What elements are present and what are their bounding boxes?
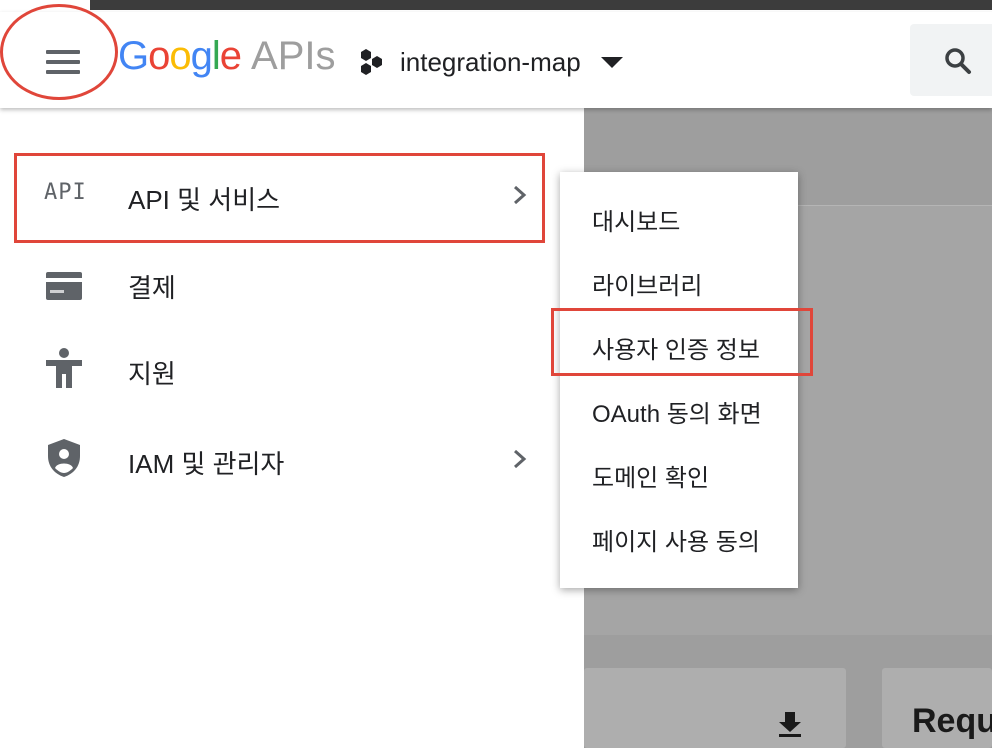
credentials-highlight-box bbox=[551, 308, 813, 376]
nav-item-label: IAM 및 관리자 bbox=[128, 449, 285, 479]
nav-item-support[interactable]: 지원 bbox=[0, 330, 584, 410]
logo-letter: o bbox=[148, 34, 170, 78]
content-card bbox=[584, 668, 846, 748]
submenu-item-page-usage-agreements[interactable]: 페이지 사용 동의 bbox=[560, 506, 798, 570]
submenu-item-label: 페이지 사용 동의 bbox=[592, 529, 760, 556]
google-apis-logo[interactable]: Google APIs bbox=[118, 34, 336, 79]
logo-letter: e bbox=[219, 34, 242, 78]
nav-item-iam-admin[interactable]: IAM 및 관리자 bbox=[0, 420, 584, 500]
window-top-strip bbox=[0, 0, 992, 12]
logo-letter: G bbox=[118, 34, 149, 78]
submenu-item-library[interactable]: 라이브러리 bbox=[560, 250, 798, 314]
hamburger-highlight-circle bbox=[0, 4, 118, 100]
nav-item-label: 지원 bbox=[128, 359, 176, 389]
logo-apis-text: APIs bbox=[251, 34, 336, 78]
logo-letter: g bbox=[190, 34, 213, 78]
logo-letter: o bbox=[169, 34, 191, 78]
accessibility-person-icon bbox=[46, 348, 82, 388]
credit-card-icon bbox=[46, 272, 82, 300]
security-shield-icon bbox=[48, 439, 80, 477]
submenu-item-oauth-consent[interactable]: OAuth 동의 화면 bbox=[560, 378, 798, 442]
search-icon bbox=[945, 48, 971, 74]
submenu-item-label: 대시보드 bbox=[592, 209, 681, 236]
nav-item-label: 결제 bbox=[128, 273, 176, 303]
submenu-item-label: 도메인 확인 bbox=[592, 465, 710, 492]
submenu-item-label: 라이브러리 bbox=[592, 273, 703, 300]
project-selector[interactable]: integration-map bbox=[358, 46, 623, 78]
navigation-drawer: API API 및 서비스 결제 지원 IAM 및 관리자 bbox=[0, 108, 584, 748]
submenu-item-dashboard[interactable]: 대시보드 bbox=[560, 186, 798, 250]
nav-item-billing[interactable]: 결제 bbox=[0, 244, 584, 324]
chevron-right-icon bbox=[514, 449, 527, 469]
search-button[interactable] bbox=[910, 24, 992, 96]
project-name: integration-map bbox=[400, 46, 581, 77]
browser-chrome-edge bbox=[90, 0, 992, 10]
top-app-bar: Google APIs integration-map bbox=[0, 12, 992, 108]
submenu-item-label: OAuth 동의 화면 bbox=[592, 401, 762, 428]
logo-letter: l bbox=[211, 34, 221, 78]
download-icon[interactable] bbox=[776, 710, 804, 738]
submenu-item-domain-verification[interactable]: 도메인 확인 bbox=[560, 442, 798, 506]
api-services-submenu: 대시보드 라이브러리 사용자 인증 정보 OAuth 동의 화면 도메인 확인 … bbox=[560, 172, 798, 588]
api-services-highlight-box bbox=[14, 153, 545, 243]
dropdown-arrow-icon bbox=[600, 56, 623, 68]
card-heading: Requ bbox=[912, 702, 992, 740]
project-hexagon-icon bbox=[361, 49, 382, 75]
